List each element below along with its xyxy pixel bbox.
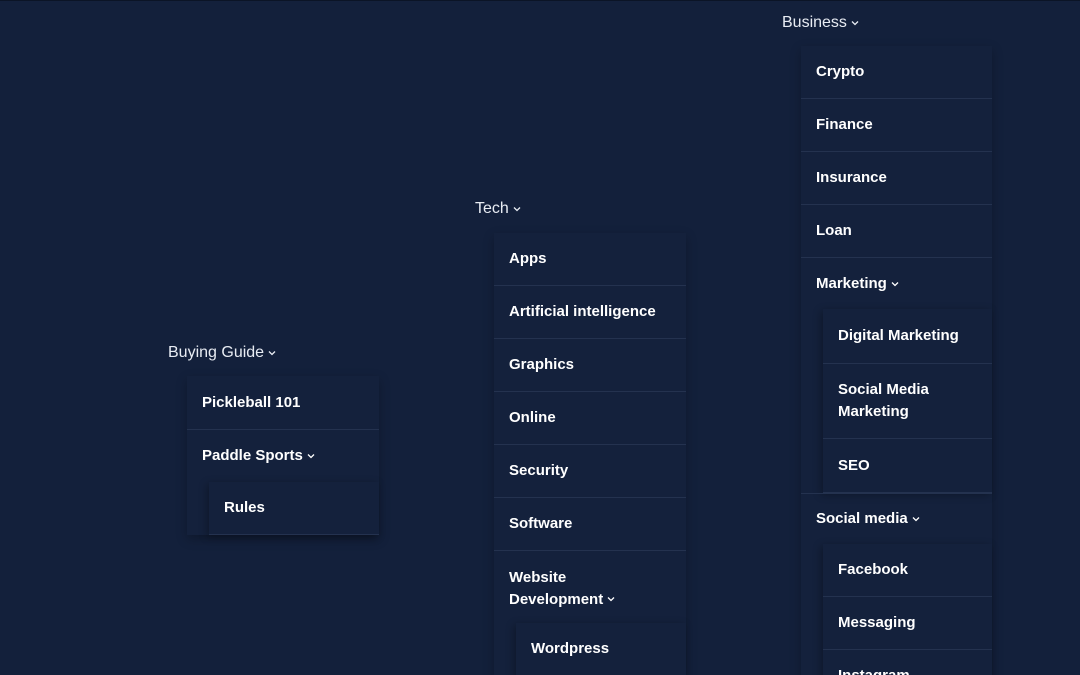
menu-item-social-media-marketing[interactable]: Social Media Marketing (823, 364, 992, 439)
menu-item-label: Pickleball 101 (202, 393, 301, 411)
menu-item-online[interactable]: Online (494, 392, 686, 445)
menu-item-graphics[interactable]: Graphics (494, 339, 686, 392)
menu-stage: Buying Guide Pickleball 101 Paddle Sport… (0, 0, 1080, 675)
chevron-down-icon (911, 514, 921, 524)
menu-item-label-line: Social Media (838, 381, 929, 398)
menu-item-label: Messaging (838, 614, 916, 631)
menu-item-paddle-sports[interactable]: Paddle Sports (187, 430, 379, 482)
menu-item-label: Loan (816, 222, 852, 239)
menu-item-security[interactable]: Security (494, 445, 686, 498)
chevron-down-icon (850, 18, 860, 28)
menu-item-finance[interactable]: Finance (801, 99, 992, 152)
menu-item-software[interactable]: Software (494, 498, 686, 551)
menu-item-label: Insurance (816, 169, 887, 186)
chevron-down-icon (890, 279, 900, 289)
buying-guide-dropdown: Pickleball 101 Paddle Sports Rules (187, 376, 379, 535)
menu-item-apps[interactable]: Apps (494, 233, 686, 286)
nav-business-label: Business (782, 14, 847, 31)
nav-tech[interactable]: Tech (475, 200, 522, 218)
menu-item-label: SEO (838, 456, 870, 474)
menu-item-label: Wordpress (531, 640, 610, 657)
menu-item-digital-marketing[interactable]: Digital Marketing (823, 309, 992, 364)
menu-item-loan[interactable]: Loan (801, 205, 992, 258)
marketing-submenu: Digital Marketing Social Media Marketing… (823, 309, 992, 493)
menu-item-label-line: Marketing (838, 403, 909, 420)
menu-item-messaging[interactable]: Messaging (823, 597, 992, 650)
menu-item-label: Finance (816, 116, 873, 133)
menu-item-rules[interactable]: Rules (209, 482, 379, 535)
menu-item-label: Online (509, 409, 556, 426)
menu-item-label: Instagram (838, 665, 910, 675)
social-media-submenu: Facebook Messaging Instagram (823, 544, 992, 675)
menu-item-label-line: Website (509, 569, 567, 586)
menu-item-wordpress[interactable]: Wordpress (516, 623, 686, 675)
menu-item-marketing[interactable]: Marketing (801, 258, 992, 309)
chevron-down-icon (267, 348, 277, 358)
menu-item-label: Rules (224, 499, 265, 516)
nav-buying-guide-label: Buying Guide (168, 344, 265, 361)
menu-item-label: Software (509, 515, 573, 532)
menu-item-label: Social media (816, 510, 908, 527)
menu-item-label: Digital Marketing (838, 327, 959, 344)
menu-item-label: Artificial intelligence (509, 303, 656, 320)
menu-item-insurance[interactable]: Insurance (801, 152, 992, 205)
nav-tech-label: Tech (475, 200, 509, 217)
chevron-down-icon (512, 204, 522, 214)
nav-business[interactable]: Business (782, 14, 860, 32)
business-dropdown: Crypto Finance Insurance Loan Marketing … (801, 46, 992, 675)
menu-item-pickleball-101[interactable]: Pickleball 101 (187, 376, 379, 430)
menu-item-label: Facebook (838, 561, 909, 578)
menu-item-seo[interactable]: SEO (823, 439, 992, 493)
paddle-sports-submenu: Rules (209, 482, 379, 535)
website-development-submenu: Wordpress (516, 623, 686, 675)
chevron-down-icon (306, 451, 316, 461)
nav-buying-guide[interactable]: Buying Guide (168, 344, 277, 362)
menu-item-label: Paddle Sports (202, 447, 303, 464)
menu-item-label: Apps (509, 250, 547, 267)
menu-item-label: Crypto (816, 63, 865, 80)
menu-item-crypto[interactable]: Crypto (801, 46, 992, 99)
menu-item-website-development[interactable]: Website Development (494, 551, 686, 623)
chevron-down-icon (606, 594, 616, 604)
tech-dropdown: Apps Artificial intelligence Graphics On… (494, 233, 686, 675)
menu-item-label: Graphics (509, 356, 575, 373)
menu-item-instagram[interactable]: Instagram (823, 650, 992, 675)
menu-item-social-media[interactable]: Social media (801, 493, 992, 544)
menu-item-facebook[interactable]: Facebook (823, 544, 992, 597)
menu-item-label: Website Development (509, 567, 616, 611)
menu-item-artificial-intelligence[interactable]: Artificial intelligence (494, 286, 686, 339)
menu-item-label-line: Development (509, 591, 604, 608)
menu-item-label: Security (509, 462, 569, 479)
menu-item-label: Social Media Marketing (838, 379, 929, 423)
menu-item-label: Marketing (816, 274, 887, 292)
